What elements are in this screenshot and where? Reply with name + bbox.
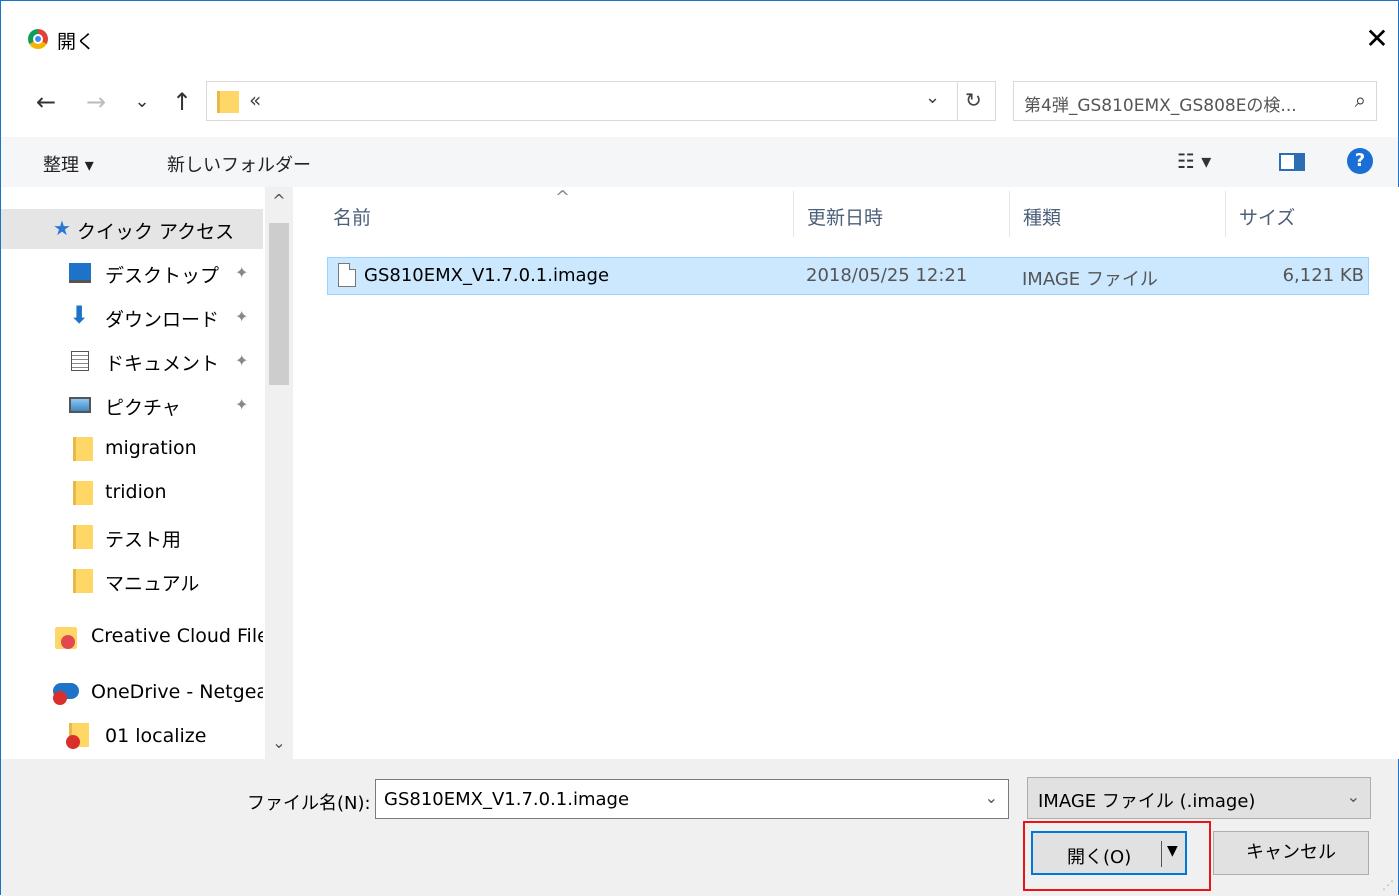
sidebar-item-label: Creative Cloud File bbox=[91, 625, 263, 647]
file-list: ^ 名前 更新日時 種類 サイズ GS810EMX_V1.7.0.1.image… bbox=[293, 187, 1399, 759]
divider bbox=[793, 191, 794, 237]
sidebar-item-label: tridion bbox=[105, 481, 167, 503]
resize-grip-icon[interactable]: ⋰ bbox=[1382, 878, 1394, 892]
refresh-button[interactable]: ↻ bbox=[965, 88, 982, 112]
open-split-arrow-icon[interactable]: ▼ bbox=[1167, 843, 1178, 859]
creative-cloud-icon bbox=[55, 627, 77, 649]
picture-icon bbox=[69, 397, 91, 413]
sidebar-item-desktop[interactable]: デスクトップ ✦ bbox=[1, 253, 263, 293]
pin-icon[interactable]: ✦ bbox=[235, 263, 248, 282]
column-header-name[interactable]: 名前 bbox=[333, 203, 371, 230]
sidebar-scrollbar[interactable]: ^ ⌄ bbox=[265, 187, 293, 759]
title-bar: 開く ✕ bbox=[1, 1, 1398, 77]
sort-ascending-icon: ^ bbox=[555, 187, 571, 208]
pin-icon[interactable]: ✦ bbox=[235, 395, 248, 414]
table-row[interactable]: GS810EMX_V1.7.0.1.image 2018/05/25 12:21… bbox=[327, 257, 1369, 295]
filename-value: GS810EMX_V1.7.0.1.image bbox=[384, 789, 630, 810]
dialog-footer: ファイル名(N): GS810EMX_V1.7.0.1.image ⌄ IMAG… bbox=[1, 759, 1398, 896]
scroll-thumb[interactable] bbox=[269, 223, 289, 385]
command-bar: 整理 ▾ 新しいフォルダー ☷ ▾ ? bbox=[1, 137, 1398, 187]
cancel-button[interactable]: キャンセル bbox=[1213, 831, 1369, 875]
file-size: 6,121 KB bbox=[1282, 265, 1364, 286]
column-header-size[interactable]: サイズ bbox=[1239, 203, 1295, 230]
sidebar-item-label: テスト用 bbox=[105, 529, 182, 551]
divider bbox=[1225, 191, 1226, 237]
filetype-select[interactable]: IMAGE ファイル (.image) ⌄ bbox=[1027, 777, 1371, 819]
filetype-value: IMAGE ファイル (.image) bbox=[1038, 791, 1256, 812]
column-header-modified[interactable]: 更新日時 bbox=[807, 203, 883, 230]
folder-icon bbox=[73, 569, 93, 593]
sidebar-item-downloads[interactable]: ⬇ ダウンロード ✦ bbox=[1, 297, 263, 337]
sidebar-item-label: ダウンロード bbox=[105, 309, 220, 331]
sidebar-item-label: デスクトップ bbox=[105, 265, 220, 287]
star-icon: ★ bbox=[53, 216, 71, 240]
sidebar-item-label: ドキュメント bbox=[105, 353, 220, 375]
sidebar-item-onedrive[interactable]: OneDrive - Netgea bbox=[1, 673, 263, 713]
view-options-button[interactable]: ☷ ▾ bbox=[1177, 149, 1211, 173]
pin-icon[interactable]: ✦ bbox=[235, 307, 248, 326]
sidebar-item-label: クイック アクセス bbox=[77, 221, 235, 243]
address-dropdown-button[interactable]: ⌄ bbox=[925, 87, 940, 108]
sidebar-item-label: マニュアル bbox=[105, 573, 200, 595]
help-icon[interactable]: ? bbox=[1347, 148, 1373, 174]
desktop-icon bbox=[69, 263, 91, 283]
sidebar-item-documents[interactable]: ドキュメント ✦ bbox=[1, 341, 263, 381]
sidebar-item-test[interactable]: テスト用 bbox=[1, 517, 263, 557]
folder-icon bbox=[73, 525, 93, 549]
folder-icon bbox=[217, 91, 239, 113]
open-file-dialog: 開く ✕ ← → ⌄ ↑ « ⌄ ↻ 第4弾_GS810EMX_GS808Eの検… bbox=[0, 0, 1399, 896]
sidebar-item-quick-access[interactable]: ★ クイック アクセス bbox=[1, 209, 263, 249]
sidebar-item-label: ピクチャ bbox=[105, 397, 181, 419]
open-button-label: 開く(O) bbox=[1067, 847, 1132, 868]
document-icon bbox=[71, 351, 89, 371]
file-type: IMAGE ファイル bbox=[1022, 269, 1158, 290]
dialog-title: 開く bbox=[57, 31, 96, 53]
scroll-down-button[interactable]: ⌄ bbox=[265, 733, 293, 752]
sidebar-item-label: OneDrive - Netgea bbox=[91, 681, 263, 703]
download-icon: ⬇ bbox=[69, 301, 90, 329]
search-input[interactable]: 第4弾_GS810EMX_GS808Eの検... ⌕ bbox=[1013, 81, 1377, 121]
chevron-down-icon: ⌄ bbox=[1346, 787, 1360, 806]
preview-pane-icon[interactable] bbox=[1279, 153, 1305, 171]
sidebar-item-label: migration bbox=[105, 437, 197, 459]
folder-icon bbox=[73, 437, 93, 461]
scroll-up-button[interactable]: ^ bbox=[265, 191, 293, 210]
filename-field[interactable]: GS810EMX_V1.7.0.1.image ⌄ bbox=[375, 779, 1009, 819]
sidebar-item-01-localize[interactable]: 01 localize bbox=[1, 717, 263, 757]
sidebar-item-pictures[interactable]: ピクチャ ✦ bbox=[1, 385, 263, 425]
breadcrumb-overflow-button[interactable]: « bbox=[249, 88, 261, 112]
new-folder-button[interactable]: 新しいフォルダー bbox=[167, 151, 311, 177]
organize-button[interactable]: 整理 ▾ bbox=[43, 151, 94, 177]
sidebar-item-tridion[interactable]: tridion bbox=[1, 473, 263, 513]
close-button[interactable]: ✕ bbox=[1357, 19, 1397, 59]
file-name: GS810EMX_V1.7.0.1.image bbox=[364, 265, 610, 286]
chevron-down-icon[interactable]: ⌄ bbox=[985, 788, 998, 807]
recent-locations-button[interactable]: ⌄ bbox=[127, 87, 157, 117]
divider bbox=[957, 82, 958, 120]
navigation-pane: ★ クイック アクセス デスクトップ ✦ ⬇ ダウンロード ✦ ドキュメント ✦… bbox=[1, 187, 293, 759]
pin-icon[interactable]: ✦ bbox=[235, 351, 248, 370]
search-placeholder: 第4弾_GS810EMX_GS808Eの検... bbox=[1024, 96, 1297, 116]
sidebar-item-label: 01 localize bbox=[105, 725, 207, 747]
file-icon bbox=[338, 263, 356, 287]
sidebar-item-creative-cloud[interactable]: Creative Cloud File bbox=[1, 617, 263, 657]
forward-button[interactable]: → bbox=[81, 87, 111, 117]
folder-icon bbox=[73, 481, 93, 505]
divider bbox=[1161, 841, 1162, 867]
onedrive-icon bbox=[53, 683, 79, 705]
chrome-icon bbox=[28, 29, 48, 49]
file-modified: 2018/05/25 12:21 bbox=[806, 265, 968, 286]
filename-label: ファイル名(N): bbox=[247, 793, 371, 814]
divider bbox=[1009, 191, 1010, 237]
search-icon[interactable]: ⌕ bbox=[1355, 88, 1366, 112]
sidebar-item-manual[interactable]: マニュアル bbox=[1, 561, 263, 601]
sidebar-item-migration[interactable]: migration bbox=[1, 429, 263, 469]
open-button[interactable]: 開く(O) ▼ bbox=[1031, 831, 1187, 875]
address-bar[interactable]: « ⌄ ↻ bbox=[206, 81, 996, 121]
back-button[interactable]: ← bbox=[31, 87, 61, 117]
folder-error-icon bbox=[66, 723, 89, 749]
column-header-type[interactable]: 種類 bbox=[1023, 203, 1061, 230]
up-button[interactable]: ↑ bbox=[167, 87, 197, 117]
